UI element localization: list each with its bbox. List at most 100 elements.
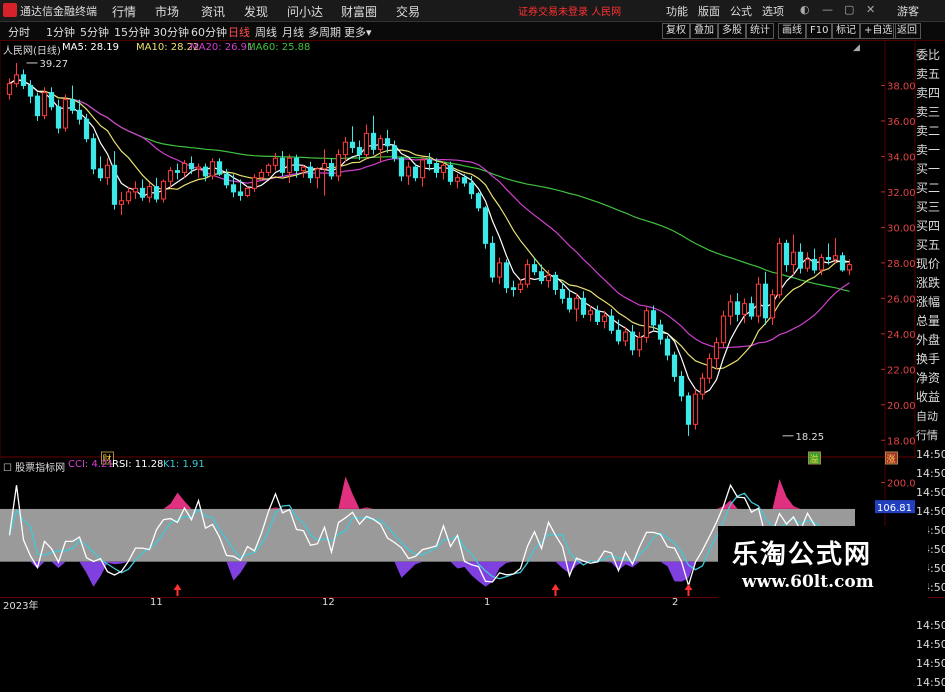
price-annotation: 39.27 xyxy=(40,59,69,70)
candle-body xyxy=(153,186,160,200)
right-panel-label: 14:50 xyxy=(916,638,945,651)
menu-ask[interactable]: 问小达 xyxy=(287,3,323,20)
menu-options[interactable]: 选项 xyxy=(762,3,784,19)
date-label: 2023年 xyxy=(3,601,39,612)
y-tick-label: 38.00 xyxy=(887,81,916,92)
tab-60min[interactable]: 60分钟 xyxy=(191,24,227,40)
y-tick-label: 22.00 xyxy=(887,365,916,376)
y-tick-label: 36.00 xyxy=(887,117,916,128)
menu-function[interactable]: 功能 xyxy=(666,3,688,19)
candle-body xyxy=(97,168,104,179)
menu-formula[interactable]: 公式 xyxy=(730,3,752,19)
right-panel-label: 涨跌 xyxy=(916,276,941,290)
candle-body xyxy=(174,170,181,173)
candle-body xyxy=(664,338,671,356)
candle-body xyxy=(195,166,202,170)
candle-body xyxy=(720,315,727,344)
multi-stock-button[interactable]: 多股 xyxy=(718,23,746,39)
candle-body xyxy=(286,157,293,173)
candle-body xyxy=(433,163,440,173)
right-panel-label: 行情 xyxy=(916,429,938,442)
back-button[interactable]: 返回 xyxy=(893,23,921,39)
candle-body xyxy=(608,315,615,331)
app-logo-icon xyxy=(3,3,17,17)
candle-body xyxy=(349,141,356,149)
menu-quotes[interactable]: 行情 xyxy=(112,3,136,20)
candle-body xyxy=(202,166,209,177)
minimize-icon[interactable]: — xyxy=(822,3,833,16)
right-panel-label: 14:50 xyxy=(916,467,945,480)
date-label: 2 xyxy=(672,597,679,608)
current-value-label: 106.81 xyxy=(877,503,912,514)
login-notice[interactable]: 证券交易未登录 人民网 xyxy=(518,3,621,18)
candle-body xyxy=(615,329,622,342)
menu-trade[interactable]: 交易 xyxy=(396,3,420,20)
mark-button[interactable]: 标记 xyxy=(832,23,860,39)
oscillator-title: 股票指标网 xyxy=(15,463,66,474)
menu-news[interactable]: 资讯 xyxy=(201,3,225,20)
candle-body xyxy=(447,164,454,182)
close-icon[interactable]: ✕ xyxy=(866,3,875,16)
add-watchlist-button[interactable]: +自选 xyxy=(860,23,897,39)
candle-body xyxy=(776,242,783,296)
buy-arrow-icon xyxy=(173,584,182,596)
tab-15min[interactable]: 15分钟 xyxy=(114,24,150,40)
restore-icon[interactable]: ▢ xyxy=(844,3,854,16)
oscillator-checkbox[interactable]: ☐ 股票指标网 xyxy=(3,459,65,474)
candle-body xyxy=(146,186,153,198)
candle-body xyxy=(405,166,412,177)
right-panel-label: 买二 xyxy=(916,181,941,195)
candle-body xyxy=(342,141,349,156)
tab-intraday[interactable]: 分时 xyxy=(8,24,30,40)
menu-layout[interactable]: 版面 xyxy=(698,3,720,19)
candle-body xyxy=(118,200,125,205)
candle-body xyxy=(216,161,223,175)
overlay-button[interactable]: 叠加 xyxy=(690,23,718,39)
guest-label[interactable]: 游客 xyxy=(897,3,919,19)
menu-market[interactable]: 市场 xyxy=(155,3,179,20)
candle-body xyxy=(160,180,167,200)
adjust-button[interactable]: 复权 xyxy=(662,23,690,39)
candle-body xyxy=(594,310,601,322)
candle-body xyxy=(419,159,426,179)
candle-body xyxy=(223,173,230,186)
candle-body xyxy=(83,118,90,140)
tab-30min[interactable]: 30分钟 xyxy=(153,24,189,40)
candle-body xyxy=(811,258,818,271)
y-tick-label: 24.00 xyxy=(887,330,916,341)
candle-body xyxy=(125,191,132,202)
tab-multi-period[interactable]: 多周期 xyxy=(308,24,341,40)
y-tick-label: 32.00 xyxy=(887,188,916,199)
candle-body xyxy=(713,342,720,360)
right-panel-label: 收益 xyxy=(916,390,941,404)
candle-body xyxy=(104,164,111,179)
candle-body xyxy=(440,164,447,173)
candle-body xyxy=(398,157,405,177)
tab-more[interactable]: 更多▾ xyxy=(344,24,372,40)
candle-body xyxy=(783,242,790,266)
tab-weekly[interactable]: 周线 xyxy=(255,24,277,40)
candle-body xyxy=(482,207,489,244)
skin-icon[interactable]: ◐ xyxy=(800,3,810,16)
f10-button[interactable]: F10 xyxy=(806,23,833,39)
y-tick-label: 30.00 xyxy=(887,223,916,234)
tab-daily[interactable]: 日线 xyxy=(228,24,250,40)
stats-button[interactable]: 统计 xyxy=(746,23,774,39)
tab-1min[interactable]: 1分钟 xyxy=(46,24,75,40)
tab-5min[interactable]: 5分钟 xyxy=(80,24,109,40)
candle-body xyxy=(489,242,496,278)
candle-body xyxy=(650,310,657,326)
event-marker: 溢 xyxy=(810,453,819,465)
right-panel-label: 外盘 xyxy=(916,333,941,347)
candle-body xyxy=(258,171,265,179)
draw-line-button[interactable]: 画线 xyxy=(778,23,806,39)
candle-body xyxy=(503,262,510,289)
menu-discover[interactable]: 发现 xyxy=(244,3,268,20)
menu-wealth[interactable]: 财富圈 xyxy=(341,3,377,20)
tab-monthly[interactable]: 月线 xyxy=(282,24,304,40)
candle-body xyxy=(832,255,839,260)
k1-legend: K1: 1.91 xyxy=(163,459,205,470)
candle-body xyxy=(559,288,566,299)
candle-body xyxy=(706,358,713,379)
candle-body xyxy=(335,154,342,177)
